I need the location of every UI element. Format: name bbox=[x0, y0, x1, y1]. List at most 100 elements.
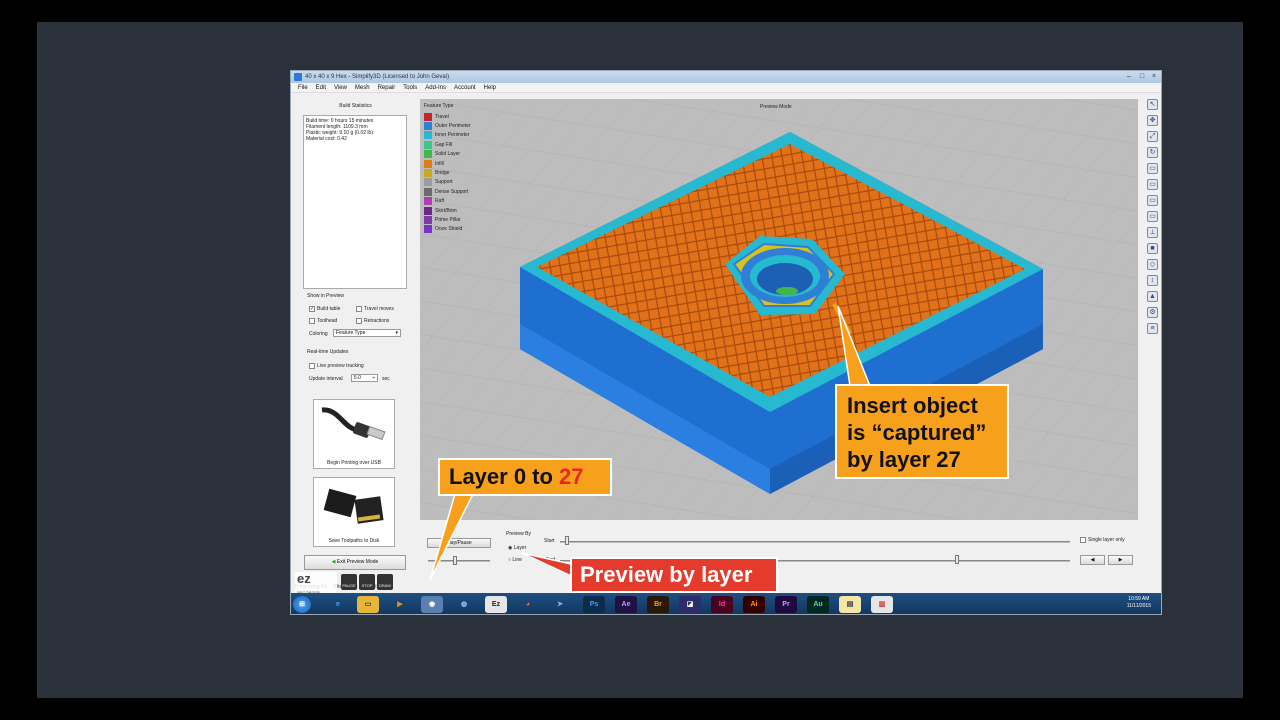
speed-slider[interactable] bbox=[428, 560, 490, 562]
legend-item: Skirt/Brim bbox=[424, 206, 471, 215]
bridge-icon[interactable]: Br bbox=[647, 596, 669, 613]
windows-taskbar: ⊞ e ▭ ▶ ◉ ◍ Ez ◕ ➤ Ps Ae Br ◪ Id Ai Pr A… bbox=[291, 593, 1161, 614]
toolhead-checkbox[interactable]: Toolhead bbox=[309, 318, 337, 324]
unchecked-box-icon bbox=[1080, 537, 1086, 543]
browser-icon[interactable]: ◍ bbox=[453, 596, 475, 613]
illustrator-icon[interactable]: Ai bbox=[743, 596, 765, 613]
coloring-select[interactable]: Feature Type ▾ bbox=[333, 329, 401, 337]
recorder-stop-button[interactable]: STOP bbox=[359, 574, 375, 590]
axis-icon[interactable]: ↕ bbox=[1147, 275, 1158, 286]
ie-icon[interactable]: e bbox=[327, 596, 349, 613]
prev-layer-button[interactable]: ◀ bbox=[1080, 555, 1105, 565]
menu-file[interactable]: File bbox=[294, 83, 312, 92]
layer-range-value: 27 bbox=[559, 464, 584, 489]
insert-callout-line2: is “captured” bbox=[847, 420, 987, 445]
ez-icon[interactable]: Ez bbox=[485, 596, 507, 613]
menu-account[interactable]: Account bbox=[450, 83, 480, 92]
view-top-icon[interactable]: ▭ bbox=[1147, 163, 1158, 174]
legend-label: Support bbox=[435, 179, 453, 186]
settings-icon[interactable]: ⚙ bbox=[1147, 307, 1158, 318]
menu-view[interactable]: View bbox=[330, 83, 351, 92]
recorder-pause-button[interactable]: PAUSE bbox=[341, 574, 357, 590]
scale-tool-icon[interactable]: ⤢ bbox=[1147, 131, 1158, 142]
start-button-icon[interactable]: ⊞ bbox=[293, 596, 311, 613]
media-player-icon[interactable]: ▶ bbox=[389, 596, 411, 613]
left-panel: Build Statistics Build time: 0 hours 15 … bbox=[291, 93, 420, 603]
indesign-icon[interactable]: Id bbox=[711, 596, 733, 613]
travel-moves-checkbox[interactable]: Travel moves bbox=[356, 306, 394, 312]
3d-viewport[interactable]: Feature Type Travel Outer Perimeter Inner … bbox=[420, 99, 1138, 520]
menu-edit[interactable]: Edit bbox=[312, 83, 330, 92]
photoshop-icon[interactable]: Ps bbox=[583, 596, 605, 613]
menu-bar: File Edit View Mesh Repair Tools Add-Ins… bbox=[291, 83, 1161, 93]
preview-by-layer-radio[interactable]: ◉ Layer bbox=[508, 545, 526, 551]
update-interval-label: Update interval bbox=[309, 376, 343, 382]
select-tool-icon[interactable]: ↖ bbox=[1147, 99, 1158, 110]
audition-icon[interactable]: Au bbox=[807, 596, 829, 613]
end-slider-thumb[interactable] bbox=[955, 555, 959, 564]
right-toolbar: ↖ ✥ ⤢ ↻ ▭ ▭ ▭ ▭ ⊥ ■ ◇ ↕ ▲ ⚙ ≡ bbox=[1144, 99, 1161, 349]
legend-swatch bbox=[424, 140, 432, 149]
menu-tools[interactable]: Tools bbox=[399, 83, 421, 92]
firefox-icon[interactable]: ◕ bbox=[517, 596, 539, 613]
usb-cable-icon bbox=[321, 407, 386, 441]
menu-addins[interactable]: Add-Ins bbox=[421, 83, 450, 92]
triangle-right-icon: ▶ bbox=[1118, 557, 1123, 563]
menu-mesh[interactable]: Mesh bbox=[351, 83, 374, 92]
menu-repair[interactable]: Repair bbox=[374, 83, 400, 92]
layers-icon[interactable]: ≡ bbox=[1147, 323, 1158, 334]
simplify3d-icon[interactable]: ◉ bbox=[421, 596, 443, 613]
recorder-draw-button[interactable]: DRAW bbox=[377, 574, 393, 590]
retractions-label: Retractions bbox=[364, 318, 390, 324]
system-clock[interactable]: 10:59 AM 11/11/2015 bbox=[1127, 596, 1151, 610]
premiere-icon[interactable]: Pr bbox=[775, 596, 797, 613]
legend-swatch bbox=[424, 150, 432, 159]
play-pause-button[interactable]: Play/Pause bbox=[427, 538, 491, 548]
build-table-checkbox[interactable]: ✓ Build table bbox=[309, 306, 340, 312]
ez-recorder-logo: ezRECORDER bbox=[295, 572, 337, 595]
support-tool-icon[interactable]: ▲ bbox=[1147, 291, 1158, 302]
rotate-tool-icon[interactable]: ↻ bbox=[1147, 147, 1158, 158]
print-usb-card[interactable]: Begin Printing over USB bbox=[313, 399, 395, 469]
minimize-icon[interactable]: – bbox=[1123, 71, 1135, 81]
next-layer-button[interactable]: ▶ bbox=[1108, 555, 1133, 565]
legend-item: Travel bbox=[424, 112, 471, 121]
exit-preview-button[interactable]: ◀ Exit Preview Mode bbox=[304, 555, 406, 570]
start-slider[interactable] bbox=[560, 541, 1070, 543]
realtime-title: Real-time Updates bbox=[307, 349, 349, 355]
app-tiles-icon[interactable]: ▥ bbox=[871, 596, 893, 613]
notes-icon[interactable]: ▤ bbox=[839, 596, 861, 613]
media-encoder-icon[interactable]: ◪ bbox=[679, 596, 701, 613]
after-effects-icon[interactable]: Ae bbox=[615, 596, 637, 613]
unchecked-box-icon bbox=[309, 318, 315, 324]
speed-slider-thumb[interactable] bbox=[453, 556, 457, 565]
close-icon[interactable]: × bbox=[1148, 71, 1160, 81]
view-right-icon[interactable]: ▭ bbox=[1147, 211, 1158, 222]
legend-label: Dense Support bbox=[435, 188, 469, 195]
retractions-checkbox[interactable]: Retractions bbox=[356, 318, 389, 324]
solid-view-icon[interactable]: ■ bbox=[1147, 243, 1158, 254]
maximize-icon[interactable]: □ bbox=[1136, 71, 1148, 81]
build-statistics-box: Build time: 0 hours 15 minutes Filament … bbox=[303, 115, 407, 289]
clock-time: 10:59 AM bbox=[1128, 596, 1150, 602]
start-slider-thumb[interactable] bbox=[565, 536, 569, 545]
update-interval-unit: sec bbox=[382, 376, 390, 382]
move-tool-icon[interactable]: ✥ bbox=[1147, 115, 1158, 126]
insert-object-callout: Insert object is “captured” by layer 27 bbox=[835, 384, 1009, 479]
line-option-label: Line bbox=[512, 557, 522, 563]
wireframe-view-icon[interactable]: ◇ bbox=[1147, 259, 1158, 270]
send-icon[interactable]: ➤ bbox=[549, 596, 571, 613]
view-front-icon[interactable]: ▭ bbox=[1147, 179, 1158, 190]
save-toolpaths-card[interactable]: Save Toolpaths to Disk bbox=[313, 477, 395, 547]
exit-preview-label: Exit Preview Mode bbox=[336, 559, 379, 565]
section-view-icon[interactable]: ⊥ bbox=[1147, 227, 1158, 238]
view-left-icon[interactable]: ▭ bbox=[1147, 195, 1158, 206]
toolhead-label: Toolhead bbox=[317, 318, 338, 324]
explorer-icon[interactable]: ▭ bbox=[357, 596, 379, 613]
legend-label: Ooze Shield bbox=[435, 226, 463, 233]
menu-help[interactable]: Help bbox=[480, 83, 500, 92]
update-interval-input[interactable]: 5.0 ÷ bbox=[351, 374, 378, 382]
single-layer-checkbox[interactable]: Single layer only bbox=[1080, 537, 1125, 543]
live-preview-checkbox[interactable]: Live preview tracking bbox=[309, 363, 364, 369]
preview-by-line-radio[interactable]: ○ Line bbox=[508, 557, 522, 563]
